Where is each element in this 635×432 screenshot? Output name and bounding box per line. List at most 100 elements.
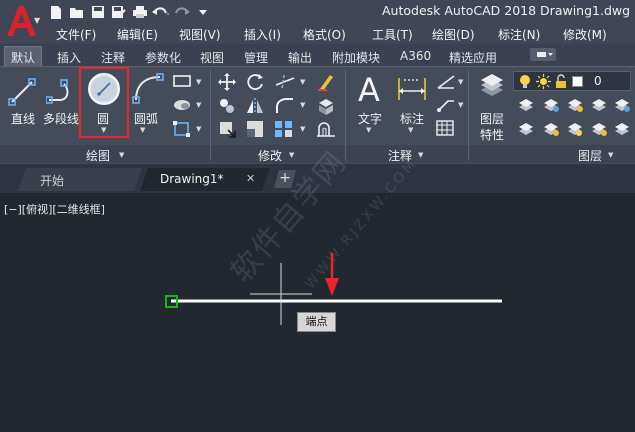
rotate-icon[interactable] [247,73,265,91]
menu-view[interactable]: 视图(V) [179,26,221,43]
leader-icon[interactable] [436,97,456,113]
snap-tooltip: 端点 [297,312,336,332]
layer-properties-icon[interactable] [478,72,506,100]
qat-dropdown-icon[interactable] [193,3,212,21]
menu-tools[interactable]: 工具(T) [372,26,413,43]
scale-icon[interactable] [246,120,264,138]
chevron-down-icon[interactable]: ▼ [458,101,463,109]
modify-panel-title[interactable]: 修改 [258,147,282,164]
layer-tool-icon[interactable] [542,121,560,137]
stretch-icon[interactable] [218,120,236,138]
menu-format[interactable]: 格式(O) [303,26,346,43]
menu-modify[interactable]: 修改(M) [563,26,607,43]
chevron-down-icon[interactable]: ▼ [196,101,201,109]
layer-color-swatch-icon [572,76,583,87]
window-title: Autodesk AutoCAD 2018 Drawing1.dwg [382,3,631,18]
layer-tool-icon[interactable] [613,97,631,113]
save-as-icon[interactable] [109,3,128,21]
save-icon[interactable] [88,3,107,21]
chevron-down-icon[interactable]: ▼ [119,151,124,159]
layer-tool-icon[interactable] [542,97,560,113]
layer-tool-icon[interactable] [590,121,608,137]
redo-icon[interactable] [172,3,191,21]
tab-parametric[interactable]: 参数化 [145,49,181,66]
line-label: 直线 [11,112,36,126]
chevron-down-icon[interactable]: ▼ [366,126,371,134]
new-icon[interactable] [46,3,65,21]
layer-tool-icon[interactable] [517,121,535,137]
menu-file[interactable]: 文件(F) [56,26,96,43]
explode-icon[interactable] [316,96,336,116]
print-icon[interactable] [130,3,149,21]
polyline-icon[interactable] [46,76,78,106]
menu-insert[interactable]: 插入(I) [244,26,281,43]
chevron-down-icon[interactable]: ▼ [608,151,613,159]
tab-start-label: 开始 [40,174,65,188]
ribbon-minimize-toggle[interactable] [530,48,556,61]
tab-start[interactable]: 开始 [18,168,142,191]
current-layer-name: 0 [594,74,602,88]
close-icon[interactable]: ✕ [246,172,255,185]
menu-edit[interactable]: 编辑(E) [117,26,158,43]
tab-view[interactable]: 视图 [200,49,224,66]
draw-panel-title[interactable]: 绘图 [86,147,110,164]
polyline-label: 多段线 [43,112,80,126]
layers-panel-title[interactable]: 图层 [578,147,602,164]
arc-icon[interactable] [132,72,164,104]
chevron-down-icon[interactable]: ▼ [408,126,413,134]
offset-icon[interactable] [316,120,336,138]
array-icon[interactable] [274,120,294,138]
chevron-down-icon[interactable]: ▼ [196,78,201,86]
tab-featured-apps[interactable]: 精选应用 [449,49,497,66]
move-icon[interactable] [218,73,236,91]
line-icon[interactable] [8,76,36,106]
quick-access-toolbar [46,2,212,22]
sun-icon [536,74,551,89]
application-menu-button[interactable]: ▼ [0,0,44,44]
layer-tool-icon[interactable] [566,97,584,113]
layer-tool-icon[interactable] [613,121,631,137]
dimension-label: 标注 [400,112,425,126]
menu-draw[interactable]: 绘图(D) [432,26,475,43]
tab-annotate[interactable]: 注释 [101,49,125,66]
text-tool-icon[interactable]: A [355,72,387,106]
tab-addins[interactable]: 附加模块 [332,49,380,66]
mirror-icon[interactable] [246,96,266,116]
hatch-icon[interactable] [172,97,192,113]
layer-properties-label-1: 图层 [480,112,505,126]
linear-dim-icon[interactable] [436,74,456,90]
undo-icon[interactable] [151,3,170,21]
copy-icon[interactable] [218,97,236,115]
chevron-down-icon[interactable]: ▼ [300,101,305,109]
chevron-down-icon[interactable]: ▼ [196,125,201,133]
tab-manage[interactable]: 管理 [244,49,268,66]
chevron-down-icon[interactable]: ▼ [300,125,305,133]
tab-drawing1-label: Drawing1* [160,172,224,186]
tab-default[interactable]: 默认 [4,46,43,66]
text-tool-label: 文字 [358,112,383,126]
layer-tool-icon[interactable] [566,121,584,137]
unlock-icon [556,74,566,88]
tab-output[interactable]: 输出 [288,49,312,66]
chevron-down-icon[interactable]: ▼ [418,151,423,159]
dimension-icon[interactable] [396,74,428,104]
erase-icon[interactable] [316,72,336,92]
menu-dimension[interactable]: 标注(N) [498,26,540,43]
table-icon[interactable] [436,120,454,136]
chevron-down-icon[interactable]: ▼ [458,78,463,86]
rectangle-icon[interactable] [172,74,192,88]
tab-insert[interactable]: 插入 [57,49,81,66]
arc-label: 圆弧 [134,112,159,126]
boundary-icon[interactable] [172,120,192,138]
chevron-down-icon[interactable]: ▼ [140,126,145,134]
layer-dropdown[interactable]: 0 [513,71,631,91]
tab-a360[interactable]: A360 [400,49,431,63]
chevron-down-icon[interactable]: ▼ [300,78,305,86]
chevron-down-icon[interactable]: ▼ [289,151,294,159]
open-icon[interactable] [67,3,86,21]
trim-icon[interactable] [274,73,298,91]
layer-tool-icon[interactable] [590,97,608,113]
layer-tool-icon[interactable] [517,97,535,113]
layer-properties-label-2: 特性 [480,128,505,142]
fillet-icon[interactable] [275,97,295,115]
